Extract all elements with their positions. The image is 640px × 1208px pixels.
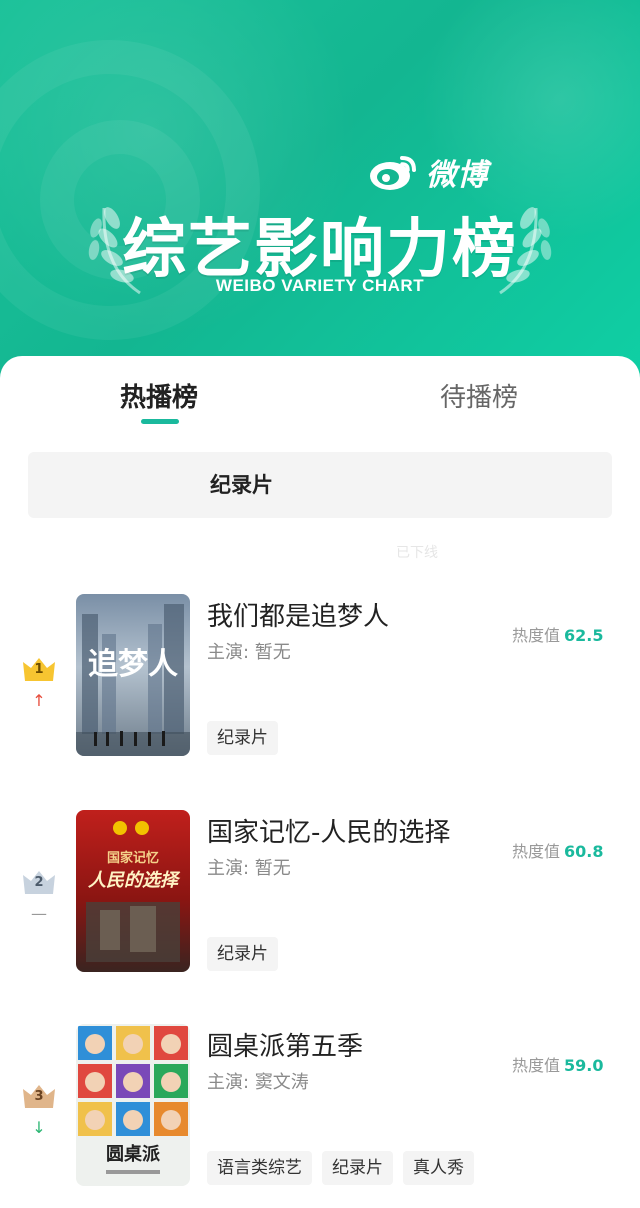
show-title[interactable]: 圆桌派第五季 (207, 1026, 363, 1063)
arrow-down-icon: ↓ (32, 1118, 46, 1137)
heat-value: 60.8 (564, 842, 604, 861)
show-poster[interactable]: 追梦人 (76, 594, 190, 756)
show-poster[interactable]: 圆桌派 (76, 1024, 190, 1186)
tab-hot-playing[interactable]: 热播榜 (120, 378, 198, 418)
poster-image: 追梦人 (76, 604, 190, 756)
weibo-eye-icon (370, 156, 416, 190)
tab-upcoming[interactable]: 待播榜 (440, 378, 518, 418)
heat-value: 59.0 (564, 1056, 604, 1075)
page-subtitle: WEIBO VARIETY CHART (215, 276, 425, 295)
arrow-up-icon: ↑ (32, 691, 46, 710)
rank-number: 2 (34, 875, 44, 890)
heat-value: 62.5 (564, 626, 604, 645)
svg-text:圆桌派: 圆桌派 (106, 1144, 161, 1165)
heat-score: 热度值 62.5 (512, 622, 604, 646)
show-cast: 主演: 暂无 (207, 858, 291, 879)
show-title[interactable]: 国家记忆-人民的选择 (207, 812, 450, 849)
heat-score: 热度值 59.0 (512, 1052, 604, 1076)
rank-number: 1 (34, 662, 44, 677)
tag[interactable]: 纪录片 (207, 721, 278, 755)
tag-list: 纪录片 (207, 937, 278, 971)
svg-text:国家记忆: 国家记忆 (107, 850, 159, 866)
tag-list: 语言类综艺 纪录片 真人秀 (207, 1151, 474, 1185)
tag[interactable]: 语言类综艺 (207, 1151, 312, 1185)
tag[interactable]: 纪录片 (207, 937, 278, 971)
heat-label: 热度值 (512, 626, 561, 645)
list-item[interactable]: 2 — 国家记忆 人民的选择 国家记忆-人民的选择 主演: 暂无 热度值 60.8… (0, 810, 640, 980)
category-label: 纪录片 (210, 473, 273, 497)
faint-hint-text: 已下线 (396, 545, 438, 561)
heat-label: 热度值 (512, 842, 561, 861)
poster-image: 国家记忆 人民的选择 (86, 821, 181, 962)
heat-label: 热度值 (512, 1056, 561, 1075)
tag[interactable]: 真人秀 (403, 1151, 474, 1185)
poster-image: 圆桌派 (78, 1026, 188, 1174)
heat-score: 热度值 60.8 (512, 838, 604, 862)
list-item[interactable]: 1 ↑ 追梦人 我们都是追梦人 主演: 暂无 热度值 62.5 纪录片 (0, 594, 640, 764)
show-cast: 主演: 暂无 (207, 642, 291, 663)
list-item[interactable]: 3 ↓ 圆桌派 圆桌派第五季 主演: 窦文涛 热度值 59.0 语言类综艺 纪录… (0, 1024, 640, 1194)
rank-number: 3 (34, 1089, 44, 1104)
show-cast: 主演: 窦文涛 (207, 1072, 309, 1093)
show-poster[interactable]: 国家记忆 人民的选择 (76, 810, 190, 972)
tag-list: 纪录片 (207, 721, 278, 755)
weibo-brand-text: 微博 (426, 158, 488, 193)
chart-panel: 热播榜 待播榜 纪录片 已下线 1 ↑ 追梦人 我们都是追梦人 主演: 暂无 热… (0, 356, 640, 1208)
tab-active-indicator (141, 419, 179, 424)
header-banner: 微博 综艺影响力榜 WEIBO VARIETY CHART (0, 0, 640, 400)
show-title[interactable]: 我们都是追梦人 (207, 596, 389, 633)
weibo-logo: 微博 (368, 150, 488, 194)
dash-icon: — (31, 904, 47, 923)
svg-text:追梦人: 追梦人 (88, 647, 178, 682)
category-selector[interactable]: 纪录片 (28, 452, 612, 518)
svg-text:人民的选择: 人民的选择 (88, 870, 181, 891)
tag[interactable]: 纪录片 (322, 1151, 393, 1185)
